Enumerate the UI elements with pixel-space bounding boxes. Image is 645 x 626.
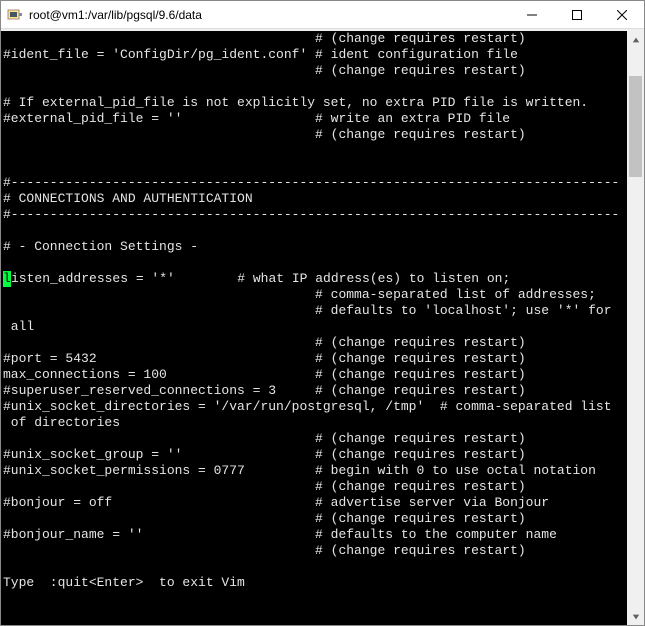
minimize-button[interactable] xyxy=(509,1,554,29)
scrollbar-track[interactable] xyxy=(627,48,644,608)
close-button[interactable] xyxy=(599,1,644,29)
scrollbar-thumb[interactable] xyxy=(629,76,642,177)
vertical-scrollbar[interactable] xyxy=(627,31,644,625)
scroll-down-button[interactable] xyxy=(627,608,644,625)
terminal-content[interactable]: # (change requires restart) #ident_file … xyxy=(1,31,627,625)
maximize-button[interactable] xyxy=(554,1,599,29)
scroll-up-button[interactable] xyxy=(627,31,644,48)
putty-icon xyxy=(7,7,23,23)
window-title: root@vm1:/var/lib/pgsql/9.6/data xyxy=(29,8,202,22)
window-titlebar: root@vm1:/var/lib/pgsql/9.6/data xyxy=(1,1,644,29)
terminal-area: # (change requires restart) #ident_file … xyxy=(1,31,644,625)
